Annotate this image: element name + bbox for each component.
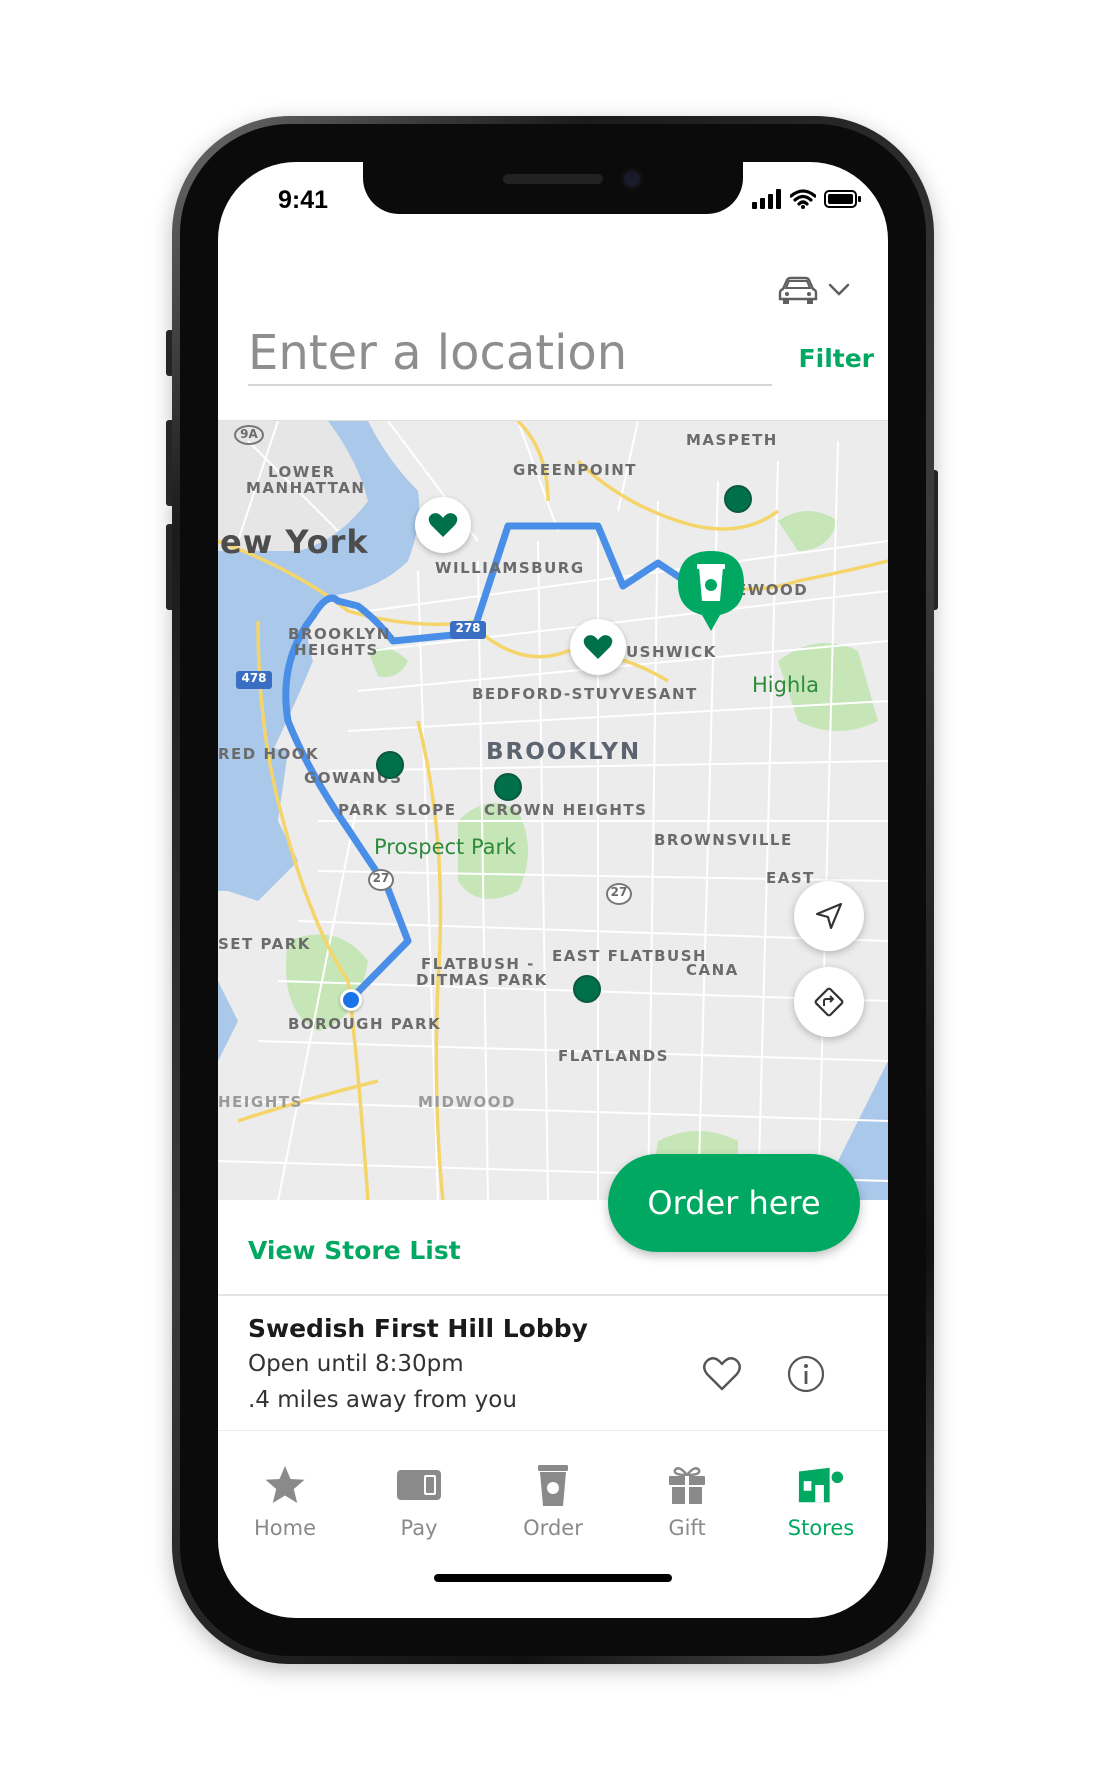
label-midwood: MIDWOOD (418, 1093, 516, 1111)
heart-icon (583, 635, 613, 659)
view-store-list-link[interactable]: View Store List (248, 1236, 461, 1265)
label-crown-heights: CROWN HEIGHTS (484, 801, 648, 819)
tab-stores[interactable]: Stores (754, 1448, 888, 1568)
tab-home[interactable]: Home (218, 1448, 352, 1568)
route-shield-478: 478 (236, 671, 272, 689)
label-brooklyn-heights-2: HEIGHTS (294, 641, 379, 659)
location-search-input[interactable] (248, 322, 772, 386)
route-shield-278: 278 (450, 621, 486, 639)
store-distance: .4 miles away from you (248, 1387, 517, 1413)
label-highland: Highla (752, 673, 819, 697)
directions-button[interactable] (794, 967, 864, 1037)
battery-icon (824, 190, 861, 208)
star-icon (265, 1466, 305, 1503)
heart-outline-icon (703, 1357, 741, 1391)
label-canarsie: CANA (686, 961, 739, 979)
label-borough-park: BOROUGH PARK (288, 1015, 442, 1033)
label-heights-cut: HEIGHTS (218, 1093, 303, 1111)
divider (218, 1294, 888, 1296)
earpiece-speaker (503, 174, 603, 184)
store-info-button[interactable] (784, 1352, 828, 1396)
gift-icon (669, 1467, 705, 1504)
recenter-button[interactable] (794, 881, 864, 951)
cellular-signal-icon (752, 189, 781, 209)
label-lower-manhattan-2: MANHATTAN (246, 479, 366, 497)
label-flatlands: FLATLANDS (558, 1047, 669, 1065)
tab-label: Order (523, 1516, 583, 1540)
navigation-arrow-icon (815, 902, 843, 930)
tab-label: Gift (668, 1516, 706, 1540)
label-east: EAST (766, 869, 815, 887)
order-here-button[interactable]: Order here (608, 1154, 860, 1252)
label-brooklyn: BROOKLYN (486, 739, 642, 765)
travel-mode-toggle[interactable] (778, 270, 858, 310)
app-screen: 9:41 Filte (218, 162, 888, 1618)
cup-icon (538, 1465, 568, 1506)
label-red-hook: RED HOOK (218, 745, 320, 763)
front-camera (621, 168, 643, 190)
home-indicator (434, 1574, 672, 1582)
tab-label: Home (253, 1516, 316, 1540)
tab-gift[interactable]: Gift (620, 1448, 754, 1568)
store-pin[interactable] (724, 485, 752, 513)
tab-label: Stores (787, 1516, 855, 1540)
label-bedford-stuyvesant: BEDFORD-STUYVESANT (472, 685, 698, 703)
store-pin[interactable] (494, 773, 522, 801)
favorite-store-pin[interactable] (570, 619, 626, 675)
store-name: Swedish First Hill Lobby (248, 1314, 588, 1343)
wifi-icon (790, 189, 816, 209)
label-sunset-park: SET PARK (218, 935, 311, 953)
label-prospect-park: Prospect Park (374, 835, 517, 859)
store-map[interactable]: 9A 278 478 27 27 LOWER MANHATTAN ew York… (218, 420, 888, 1200)
selected-store-pin[interactable] (674, 547, 748, 633)
status-time: 9:41 (278, 186, 329, 214)
filter-button[interactable]: Filter (794, 340, 874, 376)
label-park-slope: PARK SLOPE (338, 801, 457, 819)
label-east-flatbush: EAST FLATBUSH (552, 947, 708, 965)
tab-label: Pay (400, 1516, 438, 1540)
status-icons (752, 188, 862, 210)
chevron-down-icon (828, 283, 850, 296)
label-flatbush-2: DITMAS PARK (416, 971, 548, 989)
route-shield-27b: 27 (606, 883, 632, 905)
directions-icon (814, 987, 844, 1017)
favorite-store-pin[interactable] (415, 497, 471, 553)
divider (218, 1430, 888, 1431)
store-hours: Open until 8:30pm (248, 1351, 464, 1377)
label-maspeth: MASPETH (686, 431, 778, 449)
notch (363, 162, 743, 214)
card-icon (397, 1470, 441, 1500)
cup-pin-icon (678, 551, 744, 631)
label-new-york: ew York (220, 523, 369, 561)
heart-icon (428, 513, 458, 537)
info-icon (787, 1355, 825, 1393)
label-williamsburg: WILLIAMSBURG (435, 559, 585, 577)
label-greenpoint: GREENPOINT (513, 461, 638, 479)
route-shield-27a: 27 (368, 869, 394, 891)
store-pin[interactable] (573, 975, 601, 1003)
store-pin[interactable] (376, 751, 404, 779)
bottom-tab-bar: Home Pay Order Gift Stores (218, 1448, 888, 1568)
favorite-button[interactable] (700, 1352, 744, 1396)
label-brownsville: BROWNSVILLE (654, 831, 793, 849)
car-icon (778, 276, 818, 304)
current-location-dot (340, 989, 362, 1011)
tab-order[interactable]: Order (486, 1448, 620, 1568)
tab-pay[interactable]: Pay (352, 1448, 486, 1568)
store-icon (798, 1467, 844, 1503)
label-bushwick: USHWICK (626, 643, 717, 661)
route-shield-9a: 9A (234, 425, 264, 445)
